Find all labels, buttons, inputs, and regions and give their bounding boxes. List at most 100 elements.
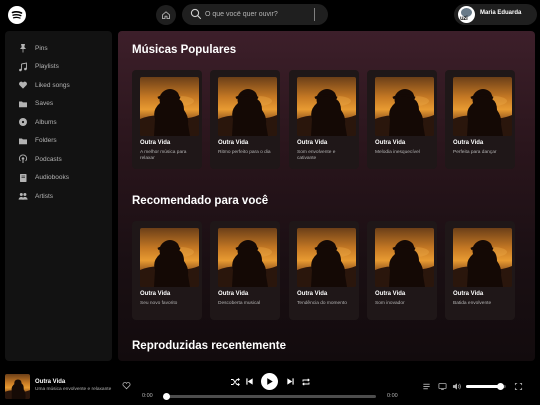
music-card[interactable]: Outra Vida A melhor música para relaxar — [132, 70, 202, 169]
music-card[interactable]: Outra Vida Som inovador — [367, 221, 437, 320]
shuffle-icon — [230, 377, 240, 386]
section-title-popular: Músicas Populares — [132, 44, 237, 56]
card-subtitle: Ritmo perfeito para o dia — [218, 150, 271, 155]
volume-handle[interactable] — [497, 383, 504, 390]
next-button[interactable] — [285, 376, 296, 387]
skip-back-icon — [246, 378, 253, 385]
cover-art — [218, 228, 277, 287]
fullscreen-button[interactable] — [513, 381, 523, 391]
sidebar-item-albums[interactable]: Albums — [18, 116, 57, 128]
connect-device-button[interactable] — [437, 381, 447, 391]
search-input[interactable] — [205, 7, 310, 22]
cover-art — [375, 77, 434, 136]
podcast-icon — [18, 154, 28, 164]
card-title: Outra Vida — [375, 140, 406, 146]
like-button[interactable] — [121, 380, 131, 390]
play-button[interactable] — [261, 373, 278, 390]
sidebar-item-label: Liked songs — [35, 81, 70, 89]
sidebar-item-playlists[interactable]: Playlists — [18, 61, 59, 73]
sidebar-item-liked-songs[interactable]: Liked songs — [18, 79, 70, 91]
user-name: Maria Eduarda — [480, 10, 522, 16]
avatar: uzi — [458, 6, 475, 23]
volume-level — [466, 385, 500, 388]
device-icon — [437, 382, 447, 390]
cover-art — [453, 77, 512, 136]
search-icon[interactable] — [190, 8, 202, 20]
folder-icon — [18, 136, 28, 146]
sidebar-item-label: Podcasts — [35, 155, 62, 163]
card-title: Outra Vida — [453, 291, 484, 297]
queue-button[interactable] — [421, 381, 431, 391]
card-title: Outra Vida — [218, 291, 249, 297]
card-title: Outra Vida — [140, 291, 171, 297]
sidebar-item-label: Saves — [35, 100, 54, 107]
card-subtitle: A melhor música para relaxar — [140, 150, 187, 161]
card-subtitle: Descoberta musical — [218, 301, 261, 306]
users-icon — [18, 191, 28, 201]
card-title: Outra Vida — [218, 140, 249, 146]
card-title: Outra Vida — [297, 291, 328, 297]
card-title: Outra Vida — [453, 140, 484, 146]
progress-handle[interactable] — [163, 393, 170, 400]
music-card[interactable]: Outra Vida Descoberta musical — [210, 221, 280, 320]
music-card[interactable]: Outra Vida Batida envolvente — [445, 221, 515, 320]
main-content: Músicas Populares Outra Vida A melhor mús… — [118, 31, 535, 361]
heart-icon — [18, 80, 28, 90]
spotify-logo-icon[interactable] — [8, 6, 26, 24]
sidebar-item-audiobooks[interactable]: Audiobooks — [18, 172, 69, 184]
previous-button[interactable] — [244, 376, 255, 387]
now-playing-subtitle: Uma música envolvente e relaxante — [35, 387, 112, 392]
card-title: Outra Vida — [297, 140, 328, 146]
book-icon — [18, 173, 28, 183]
sidebar-item-label: Audiobooks — [35, 174, 69, 181]
sidebar-item-artists[interactable]: Artists — [18, 190, 53, 202]
top-bar: uzi Maria Eduarda — [0, 0, 540, 29]
disc-icon — [18, 117, 28, 127]
card-subtitle: Tendência do momento — [297, 301, 347, 306]
section-title-recommended: Recomendado para você — [132, 195, 269, 207]
card-subtitle: Batida envolvente — [453, 301, 492, 306]
card-title: Outra Vida — [375, 291, 406, 297]
music-card[interactable]: Outra Vida Tendência do momento — [289, 221, 359, 320]
cover-art — [453, 228, 512, 287]
sidebar: Pins Playlists Liked songs Saves Albums … — [5, 31, 112, 361]
total-time: 0:00 — [387, 393, 398, 399]
heart-outline-icon — [122, 381, 130, 389]
sidebar-item-saves[interactable]: Saves — [18, 98, 53, 110]
queue-icon — [422, 383, 430, 389]
volume-icon — [452, 382, 461, 390]
music-card[interactable]: Outra Vida Ritmo perfeito para o dia — [210, 70, 280, 169]
cover-art — [140, 228, 199, 287]
cover-art — [297, 228, 356, 287]
progress-bar[interactable] — [163, 393, 376, 400]
music-card[interactable]: Outra Vida Som envolvente e cativante — [289, 70, 359, 169]
volume-button[interactable] — [451, 381, 462, 391]
sidebar-item-folders[interactable]: Folders — [18, 135, 57, 147]
player-bar: Outra Vida Uma música envolvente e relax… — [0, 366, 540, 405]
cover-art — [218, 77, 277, 136]
folder-icon — [18, 99, 28, 109]
search-divider — [314, 8, 315, 21]
repeat-button[interactable] — [300, 376, 311, 387]
volume-slider[interactable] — [466, 383, 506, 390]
card-subtitle: Som inovador — [375, 301, 405, 306]
user-menu-button[interactable]: uzi Maria Eduarda — [454, 4, 537, 25]
avatar-text: uzi — [460, 16, 468, 22]
home-icon — [162, 11, 170, 20]
pin-icon — [18, 43, 28, 53]
repeat-icon — [301, 377, 310, 386]
now-playing-cover[interactable] — [5, 374, 30, 399]
music-card[interactable]: Outra Vida Seu novo favorito — [132, 221, 202, 320]
sidebar-item-pins[interactable]: Pins — [18, 42, 48, 54]
card-subtitle: Perfeita para dançar — [453, 150, 497, 155]
shuffle-button[interactable] — [229, 376, 240, 387]
sidebar-item-label: Pins — [35, 44, 48, 52]
home-button[interactable] — [156, 5, 176, 25]
music-card[interactable]: Outra Vida Melodia inesquecível — [367, 70, 437, 169]
card-title: Outra Vida — [140, 140, 171, 146]
cover-art — [375, 228, 434, 287]
sidebar-item-podcasts[interactable]: Podcasts — [18, 153, 62, 165]
music-card[interactable]: Outra Vida Perfeita para dançar — [445, 70, 515, 169]
now-playing-title[interactable]: Outra Vida — [35, 379, 65, 385]
sidebar-item-label: Artists — [35, 192, 54, 200]
